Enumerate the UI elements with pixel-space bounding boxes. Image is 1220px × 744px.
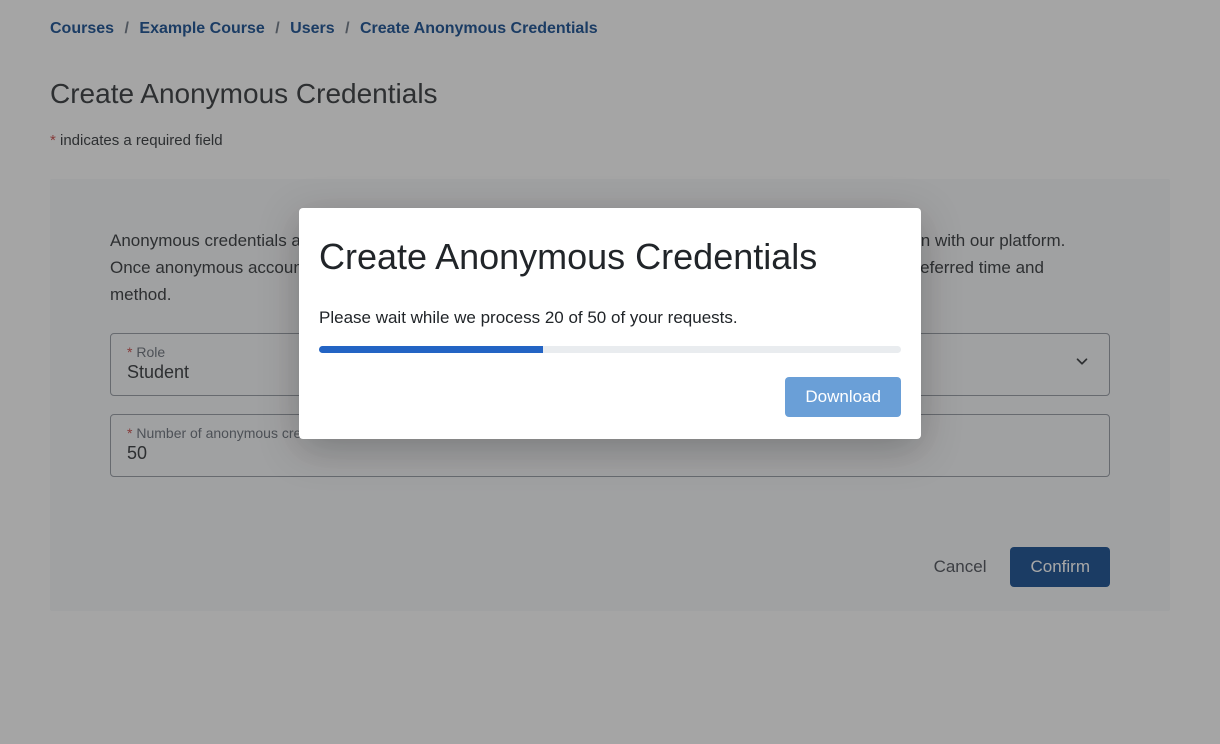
modal-title: Create Anonymous Credentials [319, 236, 901, 278]
download-button[interactable]: Download [785, 377, 901, 417]
progress-bar [319, 346, 901, 353]
progress-modal: Create Anonymous Credentials Please wait… [299, 208, 921, 439]
modal-overlay[interactable]: Create Anonymous Credentials Please wait… [0, 0, 1220, 744]
modal-message: Please wait while we process 20 of 50 of… [319, 308, 901, 328]
modal-button-row: Download [319, 377, 901, 417]
progress-fill [319, 346, 543, 353]
